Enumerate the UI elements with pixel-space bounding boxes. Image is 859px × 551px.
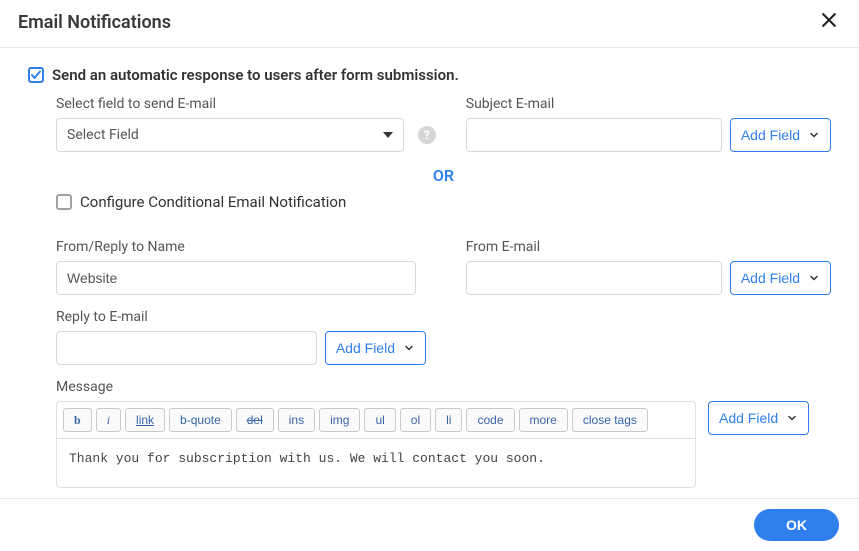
from-email-label: From E-mail xyxy=(466,239,831,255)
message-label: Message xyxy=(56,379,831,395)
from-name-input[interactable] xyxy=(56,261,416,295)
email-notifications-dialog: Email Notifications Send an automatic re… xyxy=(0,0,859,551)
auto-response-checkbox[interactable] xyxy=(28,67,44,83)
conditional-label: Configure Conditional Email Notification xyxy=(80,193,346,211)
dialog-header: Email Notifications xyxy=(0,0,859,48)
dialog-footer: OK xyxy=(0,498,859,551)
toolbar-italic[interactable]: i xyxy=(96,408,121,432)
toolbar-img[interactable]: img xyxy=(319,408,360,432)
reply-email-col: Reply to E-mail Add Field xyxy=(56,309,831,365)
toolbar-ul[interactable]: ul xyxy=(364,408,395,432)
subject-email-col: Subject E-mail Add Field xyxy=(466,96,831,152)
toolbar-bold[interactable]: b xyxy=(63,408,92,432)
from-name-label: From/Reply to Name xyxy=(56,239,436,255)
toolbar-del[interactable]: del xyxy=(236,408,274,432)
help-icon[interactable]: ? xyxy=(418,126,436,144)
chevron-down-icon xyxy=(383,132,393,138)
message-section: Message b i link b-quote del ins img ul … xyxy=(56,379,831,488)
toolbar-link[interactable]: link xyxy=(125,408,165,432)
dialog-title: Email Notifications xyxy=(18,12,171,33)
from-email-input[interactable] xyxy=(466,261,722,295)
toolbar-li[interactable]: li xyxy=(435,408,462,432)
subject-email-label: Subject E-mail xyxy=(466,96,831,112)
auto-response-label: Send an automatic response to users afte… xyxy=(52,66,459,84)
select-field-value: Select Field xyxy=(67,127,139,143)
message-editor[interactable]: Thank you for subscription with us. We w… xyxy=(56,438,696,488)
ok-button[interactable]: OK xyxy=(754,509,839,541)
from-email-col: From E-mail Add Field xyxy=(466,239,831,295)
editor-toolbar: b i link b-quote del ins img ul ol li co… xyxy=(56,401,696,438)
reply-email-label: Reply to E-mail xyxy=(56,309,831,325)
close-icon[interactable] xyxy=(817,10,841,35)
toolbar-ins[interactable]: ins xyxy=(278,408,315,432)
toolbar-more[interactable]: more xyxy=(519,408,568,432)
conditional-checkbox[interactable] xyxy=(56,194,72,210)
select-field-label: Select field to send E-mail xyxy=(56,96,436,112)
add-field-button-subject[interactable]: Add Field xyxy=(730,118,831,152)
add-field-button-fromemail[interactable]: Add Field xyxy=(730,261,831,295)
conditional-row: Configure Conditional Email Notification xyxy=(56,193,831,211)
or-divider: OR xyxy=(56,166,831,185)
auto-response-row: Send an automatic response to users afte… xyxy=(28,66,831,84)
toolbar-close-tags[interactable]: close tags xyxy=(572,408,648,432)
toolbar-ol[interactable]: ol xyxy=(400,408,431,432)
from-name-col: From/Reply to Name xyxy=(56,239,436,295)
select-field-col: Select field to send E-mail Select Field… xyxy=(56,96,436,152)
reply-email-input[interactable] xyxy=(56,331,317,365)
add-field-button-message[interactable]: Add Field xyxy=(708,401,809,435)
subject-email-input[interactable] xyxy=(466,118,722,152)
toolbar-code[interactable]: code xyxy=(466,408,514,432)
select-field-dropdown[interactable]: Select Field xyxy=(56,118,404,152)
add-field-button-reply[interactable]: Add Field xyxy=(325,331,426,365)
form-section: Select field to send E-mail Select Field… xyxy=(28,96,831,488)
toolbar-bquote[interactable]: b-quote xyxy=(169,408,232,432)
dialog-body: Send an automatic response to users afte… xyxy=(0,48,859,498)
